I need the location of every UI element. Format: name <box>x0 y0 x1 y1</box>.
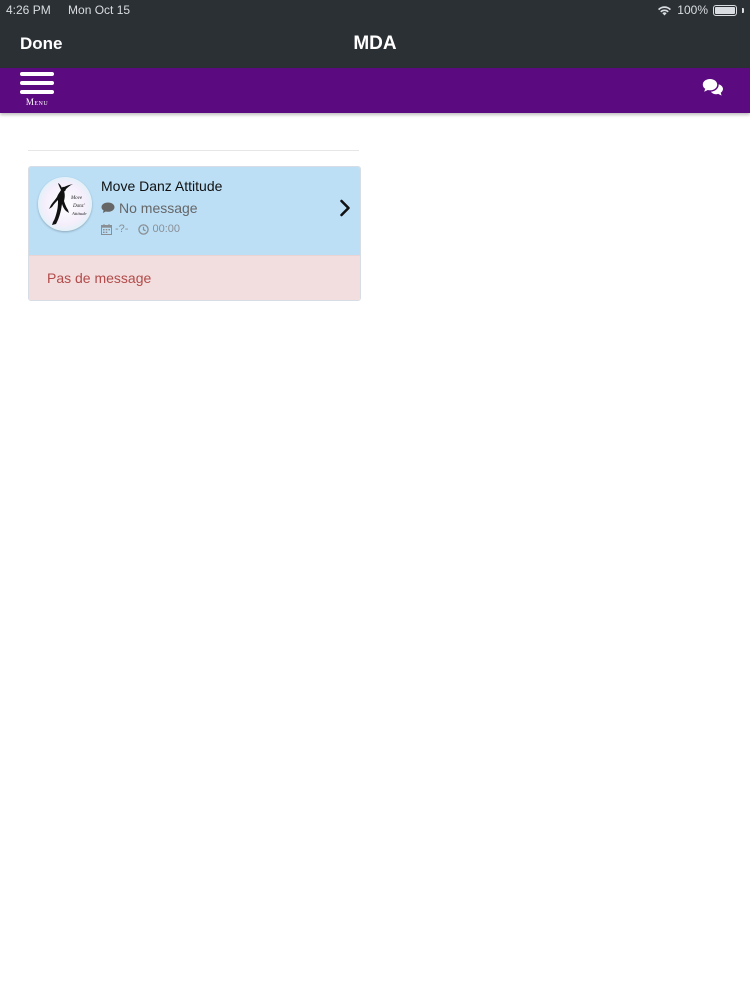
message-time: 00:00 <box>152 223 180 235</box>
page-title: MDA <box>353 33 397 54</box>
meta-row: -?- 00:00 <box>101 223 180 235</box>
battery-level <box>715 6 735 14</box>
hamburger-menu-icon <box>20 72 56 94</box>
done-button[interactable]: Done <box>20 34 63 54</box>
empty-notice: Pas de message <box>29 255 360 300</box>
clock-icon <box>138 223 150 235</box>
calendar-icon <box>101 223 112 235</box>
logo-word-1: Move <box>70 196 83 201</box>
status-left: 4:26 PM Mon Oct 15 <box>6 0 130 20</box>
battery-tip <box>742 7 744 13</box>
menu-label: Menu <box>25 97 49 107</box>
status-right: 100% <box>657 0 744 20</box>
last-message: No message <box>101 200 198 216</box>
comment-icon <box>101 202 115 213</box>
wifi-icon <box>658 5 672 15</box>
divider <box>28 150 359 151</box>
status-date: Mon Oct 15 <box>68 3 131 17</box>
logo-word-3: Attitude <box>71 211 87 216</box>
battery-percent: 100% <box>677 3 708 17</box>
conversation-card: Move Danz' Attitude Move Danz Attitude N… <box>28 166 361 301</box>
message-date: -?- <box>115 223 129 235</box>
conversation-item[interactable]: Move Danz' Attitude Move Danz Attitude N… <box>29 167 360 255</box>
last-message-text: No message <box>119 200 198 216</box>
battery-icon <box>713 4 737 16</box>
contact-name: Move Danz Attitude <box>101 178 223 194</box>
logo-word-2: Danz' <box>72 204 86 209</box>
dancer-logo-icon: Move Danz' Attitude <box>49 183 87 225</box>
chat-bubbles-icon <box>702 79 723 96</box>
status-bar: 4:26 PM Mon Oct 15 100% <box>0 0 750 20</box>
nav-bar: Done MDA <box>0 20 750 68</box>
app-bar: Menu <box>0 68 750 113</box>
status-time: 4:26 PM <box>6 3 51 17</box>
menu-button[interactable]: Menu <box>20 72 56 110</box>
chat-button[interactable] <box>702 78 724 98</box>
chevron-right-icon <box>340 199 350 217</box>
avatar: Move Danz' Attitude <box>38 177 92 231</box>
